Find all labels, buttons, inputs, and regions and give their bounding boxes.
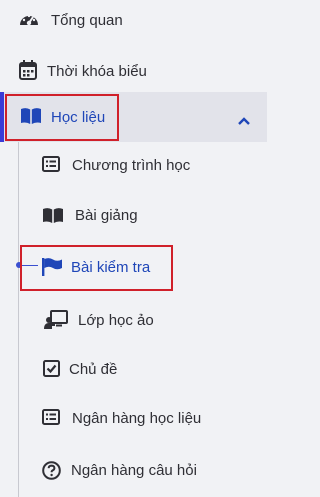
chevron-up-icon[interactable] xyxy=(238,112,250,129)
sidebar-item-timetable-label: Thời khóa biểu xyxy=(47,63,147,80)
sidebar-item-overview-label: Tổng quan xyxy=(51,12,123,29)
sidebar-subitem-label: Ngân hàng câu hỏi xyxy=(71,462,197,479)
calendar-icon xyxy=(19,60,37,80)
question-circle-icon xyxy=(42,461,61,480)
sidebar-subitem-curriculum[interactable]: Chương trình học xyxy=(0,146,267,184)
book-icon xyxy=(42,207,64,224)
sidebar-item-timetable[interactable]: Thời khóa biểu xyxy=(0,52,267,88)
list-icon xyxy=(42,156,60,172)
highlight-box-tests xyxy=(20,245,173,291)
checkbox-icon xyxy=(43,360,60,377)
speedometer-icon xyxy=(18,10,40,30)
sidebar-item-overview[interactable]: Tổng quan xyxy=(0,2,267,38)
sidebar: Tổng quan Thời khóa biểu Học liệu Chương… xyxy=(0,0,267,497)
list-icon xyxy=(42,409,60,425)
sidebar-subitem-label: Chủ đề xyxy=(69,361,118,378)
sidebar-subitem-lectures[interactable]: Bài giảng xyxy=(0,196,267,234)
sidebar-subitem-question-bank[interactable]: Ngân hàng câu hỏi xyxy=(0,452,267,490)
highlight-box-learning xyxy=(5,94,119,141)
sidebar-subitem-label: Ngân hàng học liệu xyxy=(72,410,202,427)
sidebar-subitem-virtual-class[interactable]: Lớp học ảo xyxy=(0,300,267,340)
presentation-icon xyxy=(44,310,68,330)
sidebar-subitem-label: Bài giảng xyxy=(75,207,138,224)
sidebar-subitem-label: Lớp học ảo xyxy=(78,312,154,329)
sidebar-subitem-topics[interactable]: Chủ đề xyxy=(0,350,267,388)
sidebar-subitem-material-bank[interactable]: Ngân hàng học liệu xyxy=(0,398,267,438)
sidebar-subitem-label: Chương trình học xyxy=(72,157,191,174)
